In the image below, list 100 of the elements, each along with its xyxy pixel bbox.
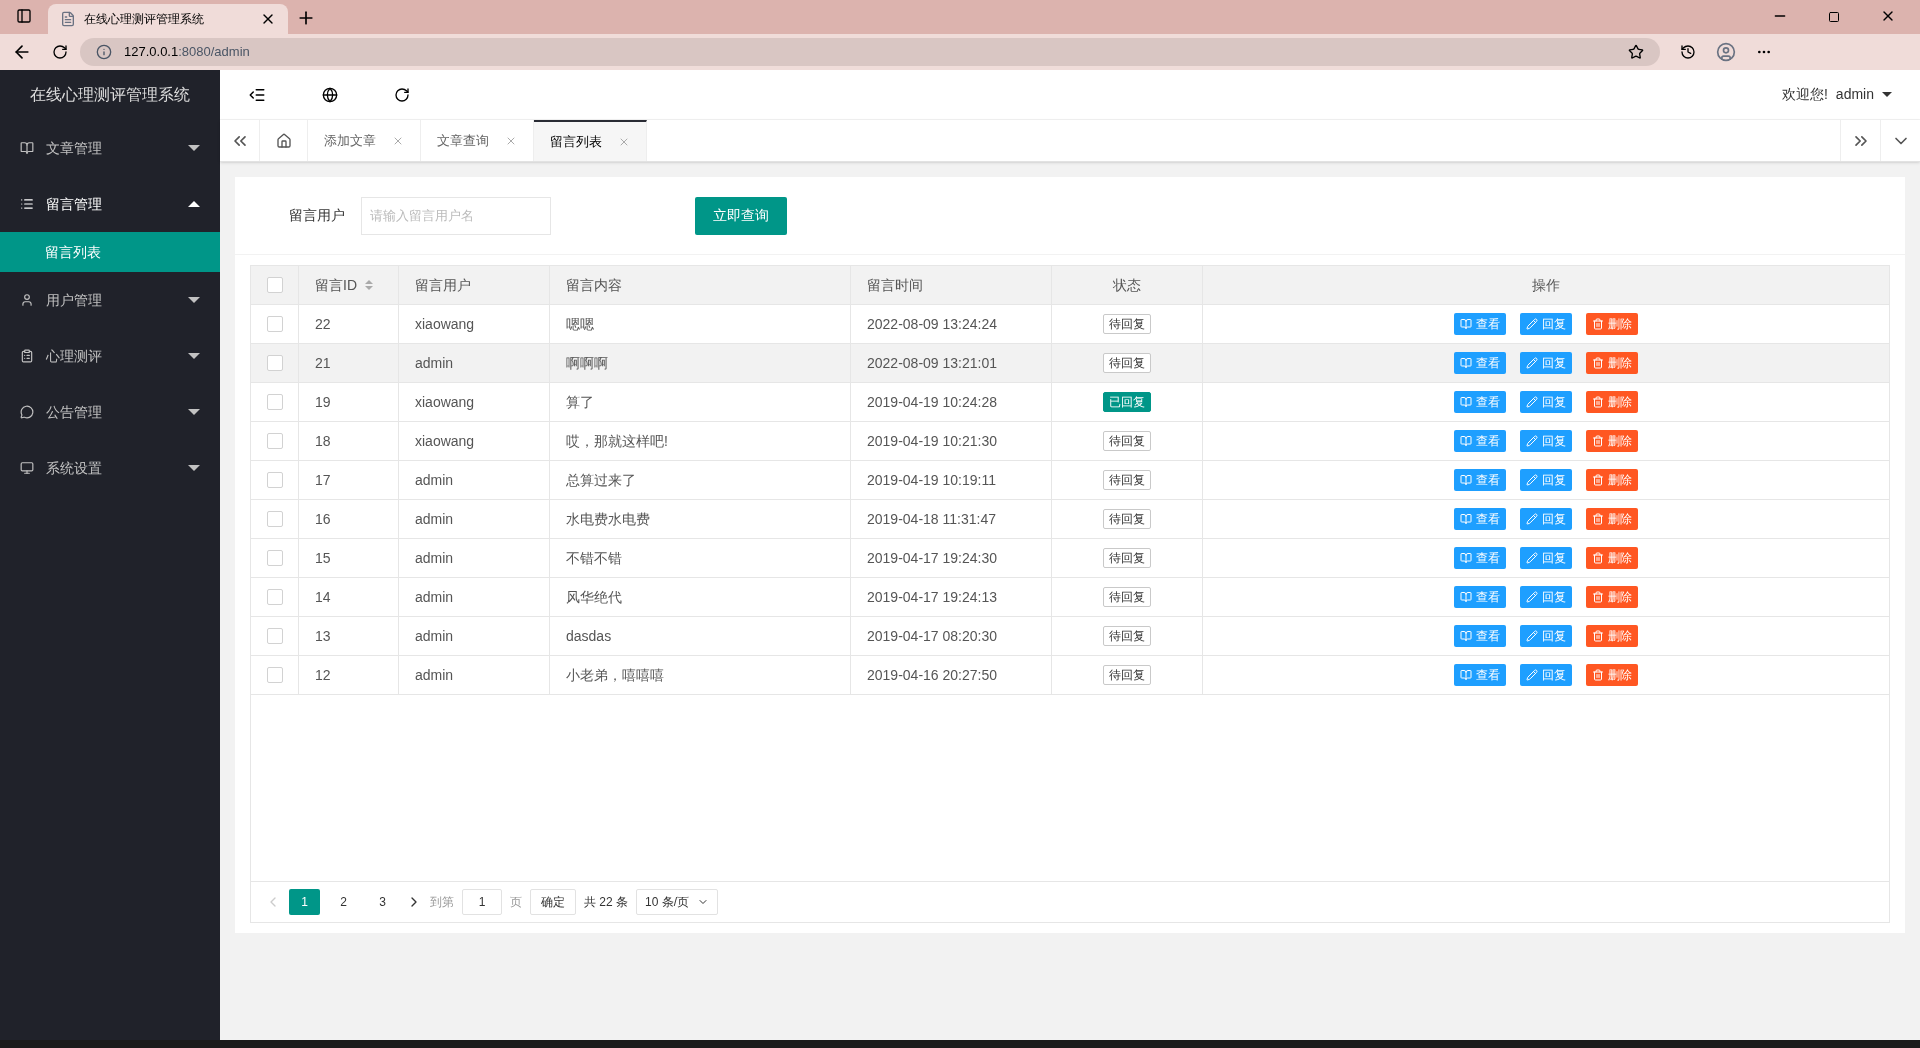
table-row[interactable]: 19 xiaowang 算了 2019-04-19 10:24:28 已回复 查看 回复 删除	[251, 383, 1889, 422]
view-button[interactable]: 查看	[1454, 625, 1506, 647]
reply-button[interactable]: 回复	[1520, 352, 1572, 374]
row-checkbox[interactable]	[266, 472, 283, 488]
delete-button[interactable]: 删除	[1586, 469, 1638, 491]
page-size-select[interactable]: 10 条/页	[636, 889, 719, 915]
search-button[interactable]: 立即查询	[695, 196, 787, 235]
column-header: 状态	[1113, 275, 1141, 295]
confirm-button[interactable]: 确定	[530, 889, 576, 915]
nav-item[interactable]: 文章管理	[0, 120, 220, 176]
delete-button[interactable]: 删除	[1586, 352, 1638, 374]
pencil-icon	[1526, 435, 1538, 447]
row-checkbox[interactable]	[266, 667, 283, 683]
delete-button[interactable]: 删除	[1586, 664, 1638, 686]
table-row[interactable]: 13 admin dasdas 2019-04-17 08:20:30 待回复 查看 回复 删除	[251, 617, 1889, 656]
reply-button[interactable]: 回复	[1520, 664, 1572, 686]
table-cell-text: admin	[415, 626, 454, 646]
view-button[interactable]: 查看	[1454, 508, 1506, 530]
nav-item[interactable]: 心理测评	[0, 328, 220, 384]
reply-button[interactable]: 回复	[1520, 469, 1572, 491]
maximize-icon[interactable]	[1828, 11, 1840, 23]
view-button[interactable]: 查看	[1454, 391, 1506, 413]
view-button[interactable]: 查看	[1454, 430, 1506, 452]
page-tab[interactable]: 留言列表	[534, 120, 647, 161]
status-badge: 待回复	[1103, 626, 1151, 646]
delete-button[interactable]: 删除	[1586, 508, 1638, 530]
user-menu[interactable]: admin	[1835, 84, 1892, 105]
reply-button[interactable]: 回复	[1520, 313, 1572, 335]
table-cell-text: 16	[315, 509, 331, 529]
row-checkbox[interactable]	[266, 394, 283, 410]
reply-button[interactable]: 回复	[1520, 586, 1572, 608]
table-cell-text: 2019-04-19 10:24:28	[867, 392, 997, 412]
pencil-icon	[1526, 474, 1538, 486]
reply-button[interactable]: 回复	[1520, 547, 1572, 569]
page-number-field[interactable]: 1	[462, 889, 502, 915]
page-button[interactable]: 3	[367, 889, 398, 915]
row-checkbox[interactable]	[266, 628, 283, 644]
status-badge: 待回复	[1103, 353, 1151, 373]
delete-button[interactable]: 删除	[1586, 430, 1638, 452]
view-button[interactable]: 查看	[1454, 469, 1506, 491]
select-all-checkbox[interactable]	[266, 277, 283, 293]
delete-button[interactable]: 删除	[1586, 391, 1638, 413]
page-button[interactable]: 2	[328, 889, 359, 915]
table-row[interactable]: 15 admin 不错不错 2019-04-17 19:24:30 待回复 查看 回复 删除	[251, 539, 1889, 578]
refresh-icon[interactable]	[394, 86, 410, 103]
monitor-icon	[20, 461, 34, 475]
trash-icon	[1592, 669, 1604, 681]
page-tab[interactable]: 添加文章	[308, 120, 421, 161]
nav-item[interactable]: 系统设置	[0, 440, 220, 496]
nav-item[interactable]: 用户管理	[0, 272, 220, 328]
delete-button[interactable]: 删除	[1586, 625, 1638, 647]
table-cell-text: 2019-04-19 10:19:11	[867, 470, 996, 490]
table-row[interactable]: 16 admin 水电费水电费 2019-04-18 11:31:47 待回复 查看 回复 删除	[251, 500, 1889, 539]
history-icon[interactable]	[1680, 44, 1696, 60]
row-checkbox[interactable]	[266, 316, 283, 332]
home-icon[interactable]	[275, 132, 292, 149]
profile-icon[interactable]	[1716, 42, 1736, 62]
view-button[interactable]: 查看	[1454, 664, 1506, 686]
reply-button[interactable]: 回复	[1520, 391, 1572, 413]
reload-icon[interactable]	[52, 44, 68, 60]
row-checkbox[interactable]	[266, 589, 283, 605]
table-cell-text: 21	[315, 353, 331, 373]
row-checkbox[interactable]	[266, 433, 283, 449]
favorite-icon[interactable]	[1628, 44, 1644, 60]
view-button[interactable]: 查看	[1454, 313, 1506, 335]
table-row[interactable]: 22 xiaowang 嗯嗯 2022-08-09 13:24:24 待回复 查看 回复 删除	[251, 305, 1889, 344]
view-button[interactable]: 查看	[1454, 547, 1506, 569]
search-field[interactable]: 请输入留言用户名	[361, 196, 551, 235]
view-button[interactable]: 查看	[1454, 352, 1506, 374]
row-checkbox[interactable]	[266, 355, 283, 371]
table-row[interactable]: 18 xiaowang 哎，那就这样吧! 2019-04-19 10:21:30 待回复 查看 回复 删除	[251, 422, 1889, 461]
view-button[interactable]: 查看	[1454, 586, 1506, 608]
table-row[interactable]: 14 admin 风华绝代 2019-04-17 19:24:13 待回复 查看 回复 删除	[251, 578, 1889, 617]
url-text: 127.0.0.1:8080/admin	[124, 43, 250, 62]
table-cell-text: 18	[315, 431, 331, 451]
table-row[interactable]: 21 admin 啊啊啊 2022-08-09 13:21:01 待回复 查看 回复 删除	[251, 344, 1889, 383]
row-checkbox[interactable]	[266, 550, 283, 566]
pencil-icon	[1526, 396, 1538, 408]
sidebar-toggle-icon[interactable]	[16, 8, 32, 24]
reply-button[interactable]: 回复	[1520, 508, 1572, 530]
globe-icon[interactable]	[322, 86, 338, 103]
row-checkbox[interactable]	[266, 511, 283, 527]
address-bar[interactable]: 127.0.0.1:8080/admin	[80, 38, 1660, 66]
nav-item[interactable]: 公告管理	[0, 384, 220, 440]
delete-button[interactable]: 删除	[1586, 586, 1638, 608]
page-button[interactable]: 1	[289, 889, 320, 915]
status-badge: 已回复	[1103, 392, 1151, 412]
reply-button[interactable]: 回复	[1520, 430, 1572, 452]
table-cell-text: 风华绝代	[566, 587, 622, 607]
table-row[interactable]: 12 admin 小老弟，嘻嘻嘻 2019-04-16 20:27:50 待回复 查看 回复 删除	[251, 656, 1889, 695]
info-icon	[96, 44, 112, 60]
browser-tab[interactable]: 在线心理测评管理系统	[48, 4, 288, 34]
delete-button[interactable]: 删除	[1586, 313, 1638, 335]
delete-button[interactable]: 删除	[1586, 547, 1638, 569]
trash-icon	[1592, 591, 1604, 603]
nav-item[interactable]: 留言管理	[0, 176, 220, 232]
pencil-icon	[1526, 591, 1538, 603]
table-row[interactable]: 17 admin 总算过来了 2019-04-19 10:19:11 待回复 查看 回复 删除	[251, 461, 1889, 500]
reply-button[interactable]: 回复	[1520, 625, 1572, 647]
nav-subitem[interactable]: 留言列表	[0, 232, 220, 272]
